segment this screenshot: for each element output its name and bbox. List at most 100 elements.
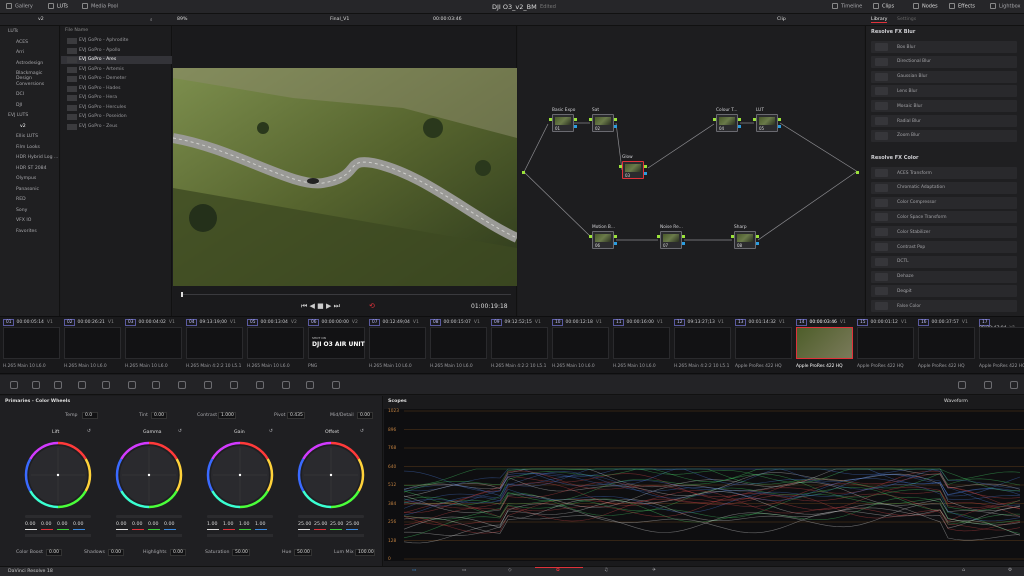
wheel-value[interactable]: 0.00 <box>116 522 126 527</box>
node-output-pin[interactable] <box>614 235 617 238</box>
clip-thumbnail[interactable]: SHOT ON DJI O3 AIR UNIT <box>308 327 365 359</box>
lut-file-item[interactable]: EVJ GoPro - Hercules <box>79 105 126 110</box>
color-page-icon[interactable]: ✿ <box>556 568 560 573</box>
tint-field[interactable]: 0.00 <box>151 412 167 419</box>
timeline-button[interactable]: Timeline <box>832 3 862 10</box>
temp-field[interactable]: 0.0 <box>82 412 98 419</box>
playhead[interactable] <box>181 292 183 297</box>
wheel-value[interactable]: 0.00 <box>25 522 35 527</box>
color-boost-field[interactable]: 0.00 <box>46 549 62 556</box>
wheel-value[interactable]: 25.00 <box>314 522 327 527</box>
palette-tool-icon[interactable] <box>178 381 186 389</box>
fx-item[interactable]: Deqpit <box>871 285 1017 298</box>
lut-folder-item[interactable]: Favorites <box>16 229 37 234</box>
lut-folder-item[interactable]: Conversions <box>16 82 44 87</box>
wheel-reset-icon[interactable]: ↺ <box>360 429 364 434</box>
hue-field[interactable]: 50.00 <box>294 549 312 556</box>
source-pin[interactable] <box>522 171 525 174</box>
clip-thumbnail[interactable] <box>125 327 182 359</box>
wheel-value[interactable]: 0.00 <box>57 522 67 527</box>
node-mode-selector[interactable]: Clip <box>777 17 786 22</box>
palette-tool-icon[interactable] <box>1010 381 1018 389</box>
master-wheel-slider[interactable] <box>207 515 273 518</box>
clip-thumbnail[interactable] <box>735 327 792 359</box>
lut-folder-item[interactable]: Sony <box>16 208 27 213</box>
output-pin[interactable] <box>856 171 859 174</box>
palette-tool-icon[interactable] <box>10 381 18 389</box>
node-output-pin[interactable] <box>574 118 577 121</box>
lut-file-item[interactable]: EVJ GoPro - Poseidon <box>79 114 127 119</box>
node-alpha-pin[interactable] <box>756 242 759 245</box>
node-input-pin[interactable] <box>713 118 716 121</box>
wheel-value[interactable]: 25.00 <box>330 522 343 527</box>
tab-library[interactable]: Library <box>871 17 888 23</box>
node-input-pin[interactable] <box>589 118 592 121</box>
color-wheel[interactable] <box>205 440 275 510</box>
lut-folder-item[interactable]: DJI <box>16 103 22 108</box>
edit-page-icon[interactable]: ▭ <box>462 568 466 573</box>
search-icon[interactable]: ⌕ <box>150 17 153 23</box>
middetail-field[interactable]: 0.00 <box>357 412 373 419</box>
wheel-slider-track[interactable] <box>116 534 182 537</box>
node-input-pin[interactable] <box>753 118 756 121</box>
nodes-button[interactable]: Nodes <box>913 3 938 10</box>
saturation-field[interactable]: 50.00 <box>232 549 250 556</box>
clip-thumbnail[interactable] <box>3 327 60 359</box>
wheel-value[interactable]: 1.00 <box>255 522 265 527</box>
color-category-header[interactable]: Resolve FX Color <box>871 155 919 161</box>
correction-node[interactable]: 03 <box>622 161 644 179</box>
pivot-field[interactable]: 0.435 <box>287 412 305 419</box>
lut-folder-item[interactable]: Olympus <box>16 176 36 181</box>
scope-type-selector[interactable]: Waveform <box>944 399 968 404</box>
effects-button[interactable]: Effects <box>949 3 975 10</box>
fx-item[interactable]: Lens Blur <box>871 85 1017 98</box>
correction-node[interactable]: 08 <box>734 231 756 249</box>
cut-page-icon[interactable]: ▭ <box>412 568 416 573</box>
color-wheel[interactable] <box>114 440 184 510</box>
palette-tool-icon[interactable] <box>204 381 212 389</box>
wheel-value[interactable]: 1.00 <box>207 522 217 527</box>
shadows-field[interactable]: 0.00 <box>108 549 124 556</box>
clip-thumbnail[interactable] <box>552 327 609 359</box>
lut-file-item[interactable]: EVJ GoPro - Hades <box>79 86 121 91</box>
master-wheel-slider[interactable] <box>298 515 364 518</box>
wheel-slider-track[interactable] <box>25 534 91 537</box>
lut-folder-item[interactable]: Film Looks <box>16 145 40 150</box>
palette-tool-icon[interactable] <box>984 381 992 389</box>
node-alpha-pin[interactable] <box>778 125 781 128</box>
lut-file-item[interactable]: EVJ GoPro - Aphrodite <box>79 38 128 43</box>
correction-node[interactable]: 07 <box>660 231 682 249</box>
tab-settings[interactable]: Settings <box>897 17 916 22</box>
wheel-value[interactable]: 1.00 <box>223 522 233 527</box>
node-alpha-pin[interactable] <box>644 172 647 175</box>
palette-tool-icon[interactable] <box>78 381 86 389</box>
node-alpha-pin[interactable] <box>738 125 741 128</box>
wheel-value[interactable]: 0.00 <box>164 522 174 527</box>
fx-item[interactable]: Color Compressor <box>871 196 1017 209</box>
node-output-pin[interactable] <box>682 235 685 238</box>
node-output-pin[interactable] <box>756 235 759 238</box>
fx-item[interactable]: Gaussian Blur <box>871 70 1017 83</box>
node-input-pin[interactable] <box>549 118 552 121</box>
master-wheel-slider[interactable] <box>25 515 91 518</box>
node-alpha-pin[interactable] <box>614 242 617 245</box>
correction-node[interactable]: 02 <box>592 114 614 132</box>
palette-tool-icon[interactable] <box>152 381 160 389</box>
node-output-pin[interactable] <box>778 118 781 121</box>
clip-thumbnail[interactable] <box>857 327 914 359</box>
fx-item[interactable]: Chromatic Adaptation <box>871 181 1017 194</box>
node-alpha-pin[interactable] <box>574 125 577 128</box>
wheel-slider-track[interactable] <box>207 534 273 537</box>
wheel-value[interactable]: 0.00 <box>73 522 83 527</box>
fusion-page-icon[interactable]: ◇ <box>508 568 512 573</box>
fx-item[interactable]: Color Stabilizer <box>871 226 1017 239</box>
clip-thumbnail[interactable] <box>64 327 121 359</box>
wheel-value[interactable]: 0.00 <box>132 522 142 527</box>
lut-file-item[interactable]: EVJ GoPro - Zeus <box>79 124 117 129</box>
wheel-value[interactable]: 25.00 <box>298 522 311 527</box>
fx-item[interactable]: Zoom Blur <box>871 129 1017 142</box>
lut-folder-item[interactable]: Blackmagic Design <box>16 71 59 81</box>
lut-folder-item[interactable]: ACES <box>16 40 28 45</box>
fx-item[interactable]: Contrast Pop <box>871 241 1017 253</box>
correction-node[interactable]: 06 <box>592 231 614 249</box>
